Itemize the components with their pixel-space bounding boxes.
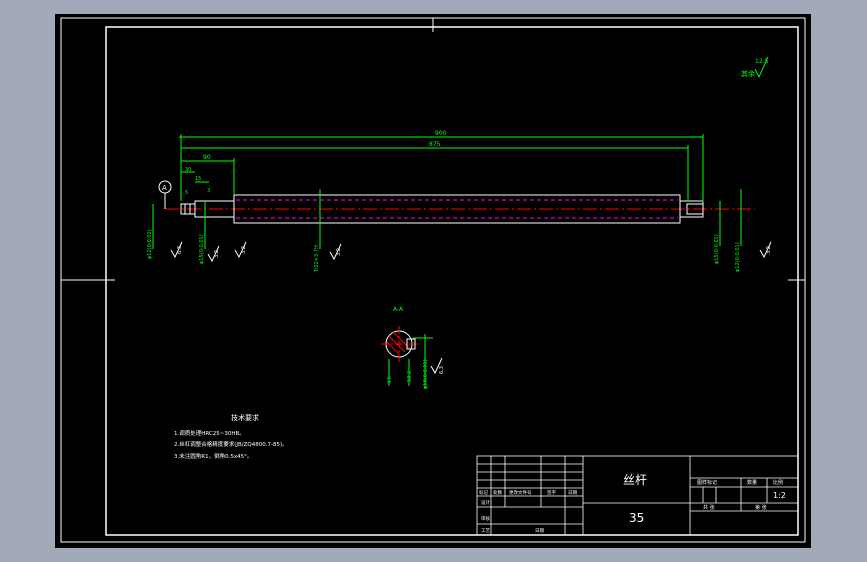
- roughness-marks: [170, 241, 772, 263]
- sheet-cell-2: 第 张: [755, 504, 767, 511]
- ra-1: 6.3: [177, 246, 183, 254]
- ra-5: 3.2: [766, 246, 772, 254]
- header-cell-3: 比例: [773, 479, 783, 486]
- tech-item-3: 3.未注圆角R1，倒角0.5x45°。: [174, 452, 252, 460]
- vdim-d5: φ12(0-0.01): [735, 242, 741, 272]
- vdim-d3: Tr22×3-7H: [314, 245, 320, 273]
- sign-cell-3: 更改文件号: [509, 489, 532, 496]
- date-cell: 日期: [535, 528, 544, 534]
- tech-requirements: 技术要求 1.调质处理HRC25~30HB。 2.丝杠调整合格精度要求(JB/Z…: [174, 413, 288, 460]
- tech-item-1: 1.调质处理HRC25~30HB。: [174, 429, 245, 437]
- header-cell-1: 图样标记: [697, 479, 717, 486]
- dim-15: 15: [195, 176, 201, 182]
- section-tol: 6.3: [439, 366, 445, 374]
- tech-title: 技术要求: [231, 413, 259, 422]
- sign-cell-5: 日期: [568, 490, 577, 496]
- cad-drawing: 其余 12.5 900 875 90 30 15 5 3 A φ12(0-0.0…: [60, 17, 806, 543]
- role-cell-2: 审核: [481, 515, 490, 522]
- roughness-label: 其余: [741, 69, 755, 78]
- scale-value: 1:2: [773, 491, 786, 500]
- material: 35: [629, 511, 644, 525]
- role-cell-1: 设计: [481, 499, 490, 506]
- ra-2: 3.2: [214, 250, 220, 258]
- outer-border: [60, 17, 806, 543]
- section-dim-a: 3.5: [387, 376, 393, 384]
- section-label: A-A: [393, 306, 404, 313]
- cad-viewport[interactable]: 其余 12.5 900 875 90 30 15 5 3 A φ12(0-0.0…: [55, 14, 811, 548]
- title-block-text: 丝杆 35 1:2 图样标记 数量 比例 标记 处数 更改文件号 签字 日期 设…: [479, 473, 786, 534]
- sign-cell-2: 处数: [493, 489, 502, 496]
- dim-3: 3: [207, 188, 210, 194]
- section-dim-c: φ10(0-0.01): [423, 359, 429, 389]
- shaft-view: 900 875 90 30 15 5 3 A φ12(0-0.01) φ15(0…: [147, 130, 772, 273]
- section-dim-b: 10.2: [407, 371, 413, 382]
- dim-30: 30: [185, 167, 191, 173]
- tech-item-2: 2.丝杠调整合格精度要求(JB/ZQ4800.7-85)。: [174, 440, 288, 448]
- sign-cell-1: 标记: [479, 489, 488, 496]
- ra-3: 3.2: [241, 246, 247, 254]
- dim-900: 900: [435, 130, 447, 137]
- dim-5: 5: [185, 190, 188, 196]
- ra-4: 3.2: [336, 248, 342, 256]
- role-cell-3: 工艺: [481, 528, 490, 534]
- header-cell-2: 数量: [747, 479, 757, 486]
- vdim-d4: φ15(0-0.01): [714, 234, 720, 264]
- sign-cell-4: 签字: [547, 489, 556, 496]
- dim-875: 875: [429, 141, 441, 148]
- part-name: 丝杆: [623, 473, 647, 487]
- vdim-d2: φ15(0-0.01): [199, 234, 205, 264]
- vdim-d1: φ12(0-0.01): [147, 229, 153, 259]
- dim-90: 90: [203, 154, 211, 161]
- roughness-note: 其余 12.5: [741, 56, 769, 79]
- sheet-cell-1: 共 张: [703, 504, 715, 511]
- datum-label: A: [162, 184, 167, 192]
- section-view: A-A 3.5 10.2 φ10(0-0.01) 6.3: [381, 306, 445, 389]
